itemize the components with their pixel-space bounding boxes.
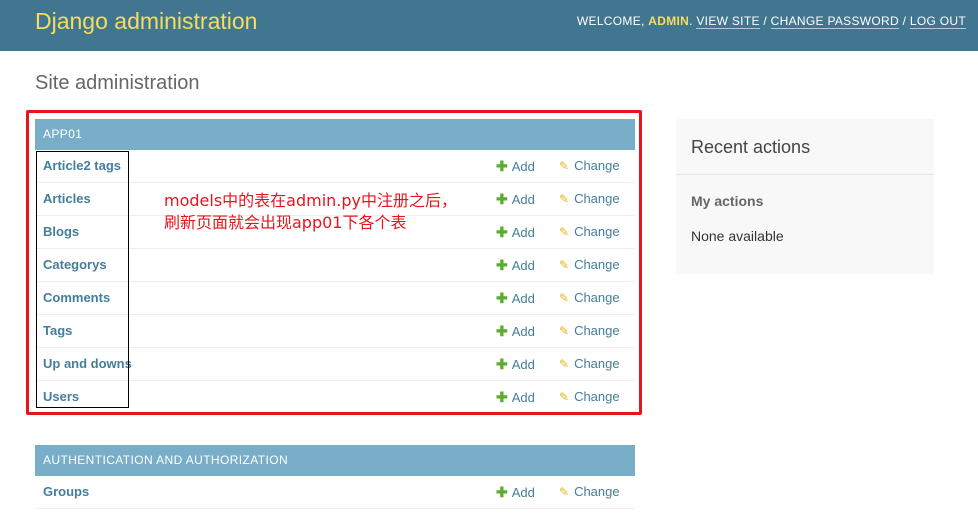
- separator: /: [902, 14, 907, 28]
- add-link[interactable]: ✚ Add: [496, 290, 535, 307]
- add-label: Add: [511, 390, 535, 405]
- pencil-icon: ✎: [559, 357, 570, 371]
- pencil-icon: ✎: [559, 324, 570, 338]
- welcome-dot: .: [689, 14, 693, 28]
- model-link[interactable]: Comments: [43, 290, 110, 305]
- change-link[interactable]: ✎ Change: [559, 389, 620, 404]
- add-link[interactable]: ✚ Add: [496, 191, 535, 208]
- add-label: Add: [511, 291, 535, 306]
- change-label: Change: [574, 257, 620, 272]
- add-link[interactable]: ✚ Add: [496, 257, 535, 274]
- pencil-icon: ✎: [559, 192, 570, 206]
- divider: [676, 174, 934, 175]
- change-link[interactable]: ✎ Change: [559, 158, 620, 173]
- user-tools: WELCOME, ADMIN. VIEW SITE / CHANGE PASSW…: [576, 14, 966, 29]
- add-label: Add: [511, 258, 535, 273]
- add-link[interactable]: ✚ Add: [496, 389, 535, 406]
- change-label: Change: [574, 191, 620, 206]
- plus-icon: ✚: [496, 191, 508, 207]
- change-link[interactable]: ✎ Change: [559, 356, 620, 371]
- username: ADMIN: [648, 14, 690, 28]
- change-label: Change: [574, 290, 620, 305]
- model-row: Users ✚ Add ✎ Change: [35, 381, 635, 414]
- model-link[interactable]: Tags: [43, 323, 72, 338]
- separator: /: [763, 14, 768, 28]
- my-actions-heading: My actions: [691, 193, 764, 209]
- model-row: Up and downs ✚ Add ✎ Change: [35, 348, 635, 381]
- change-label: Change: [574, 389, 620, 404]
- model-row: Article2 tags ✚ Add ✎ Change: [35, 150, 635, 183]
- model-row: Comments ✚ Add ✎ Change: [35, 282, 635, 315]
- app-module-auth: AUTHENTICATION AND AUTHORIZATION Groups …: [35, 445, 635, 509]
- model-link[interactable]: Articles: [43, 191, 91, 206]
- pencil-icon: ✎: [559, 291, 570, 305]
- model-row: Tags ✚ Add ✎ Change: [35, 315, 635, 348]
- change-label: Change: [574, 224, 620, 239]
- change-link[interactable]: ✎ Change: [559, 484, 620, 499]
- app-module-app01: APP01 Article2 tags ✚ Add ✎ Change Article…: [35, 119, 635, 414]
- plus-icon: ✚: [496, 224, 508, 240]
- welcome-text: WELCOME,: [576, 14, 649, 28]
- header-bar: Django administration WELCOME, ADMIN. VI…: [0, 0, 978, 51]
- plus-icon: ✚: [496, 356, 508, 372]
- change-label: Change: [574, 356, 620, 371]
- annotation-line-1: models中的表在admin.py中注册之后，: [164, 191, 458, 210]
- pencil-icon: ✎: [559, 159, 570, 173]
- pencil-icon: ✎: [559, 258, 570, 272]
- add-label: Add: [511, 324, 535, 339]
- change-link[interactable]: ✎ Change: [559, 224, 620, 239]
- add-label: Add: [511, 357, 535, 372]
- recent-actions-title: Recent actions: [691, 137, 811, 157]
- model-link[interactable]: Users: [43, 389, 79, 404]
- module-caption[interactable]: APP01: [35, 119, 635, 150]
- page-title: Site administration: [35, 72, 200, 94]
- add-link[interactable]: ✚ Add: [496, 224, 535, 241]
- add-link[interactable]: ✚ Add: [496, 323, 535, 340]
- module-caption[interactable]: AUTHENTICATION AND AUTHORIZATION: [35, 445, 635, 476]
- plus-icon: ✚: [496, 290, 508, 306]
- annotation-line-2: 刷新页面就会出现app01下各个表: [164, 213, 407, 232]
- model-link[interactable]: Up and downs: [43, 356, 132, 371]
- plus-icon: ✚: [496, 158, 508, 174]
- model-link[interactable]: Blogs: [43, 224, 79, 239]
- change-password-link[interactable]: CHANGE PASSWORD: [770, 14, 899, 29]
- pencil-icon: ✎: [559, 225, 570, 239]
- add-link[interactable]: ✚ Add: [496, 158, 535, 175]
- none-available-text: None available: [691, 228, 784, 244]
- change-link[interactable]: ✎ Change: [559, 191, 620, 206]
- plus-icon: ✚: [496, 389, 508, 405]
- change-link[interactable]: ✎ Change: [559, 323, 620, 338]
- change-link[interactable]: ✎ Change: [559, 257, 620, 272]
- recent-actions-panel: Recent actions My actions None available: [676, 119, 934, 274]
- pencil-icon: ✎: [559, 390, 570, 404]
- plus-icon: ✚: [496, 484, 508, 500]
- pencil-icon: ✎: [559, 485, 570, 499]
- site-brand[interactable]: Django administration: [35, 8, 257, 35]
- add-label: Add: [511, 192, 535, 207]
- add-link[interactable]: ✚ Add: [496, 356, 535, 373]
- model-link[interactable]: Groups: [43, 484, 89, 499]
- view-site-link[interactable]: VIEW SITE: [696, 14, 760, 29]
- model-row: Categorys ✚ Add ✎ Change: [35, 249, 635, 282]
- model-link[interactable]: Article2 tags: [43, 158, 121, 173]
- annotation-note: models中的表在admin.py中注册之后， 刷新页面就会出现app01下各…: [164, 190, 457, 234]
- change-link[interactable]: ✎ Change: [559, 290, 620, 305]
- log-out-link[interactable]: LOG OUT: [909, 14, 966, 29]
- change-label: Change: [574, 484, 620, 499]
- plus-icon: ✚: [496, 257, 508, 273]
- model-row: Groups ✚ Add ✎ Change: [35, 476, 635, 509]
- model-link[interactable]: Categorys: [43, 257, 107, 272]
- change-label: Change: [574, 158, 620, 173]
- add-link[interactable]: ✚ Add: [496, 484, 535, 501]
- change-label: Change: [574, 323, 620, 338]
- add-label: Add: [511, 225, 535, 240]
- add-label: Add: [511, 485, 535, 500]
- add-label: Add: [511, 159, 535, 174]
- plus-icon: ✚: [496, 323, 508, 339]
